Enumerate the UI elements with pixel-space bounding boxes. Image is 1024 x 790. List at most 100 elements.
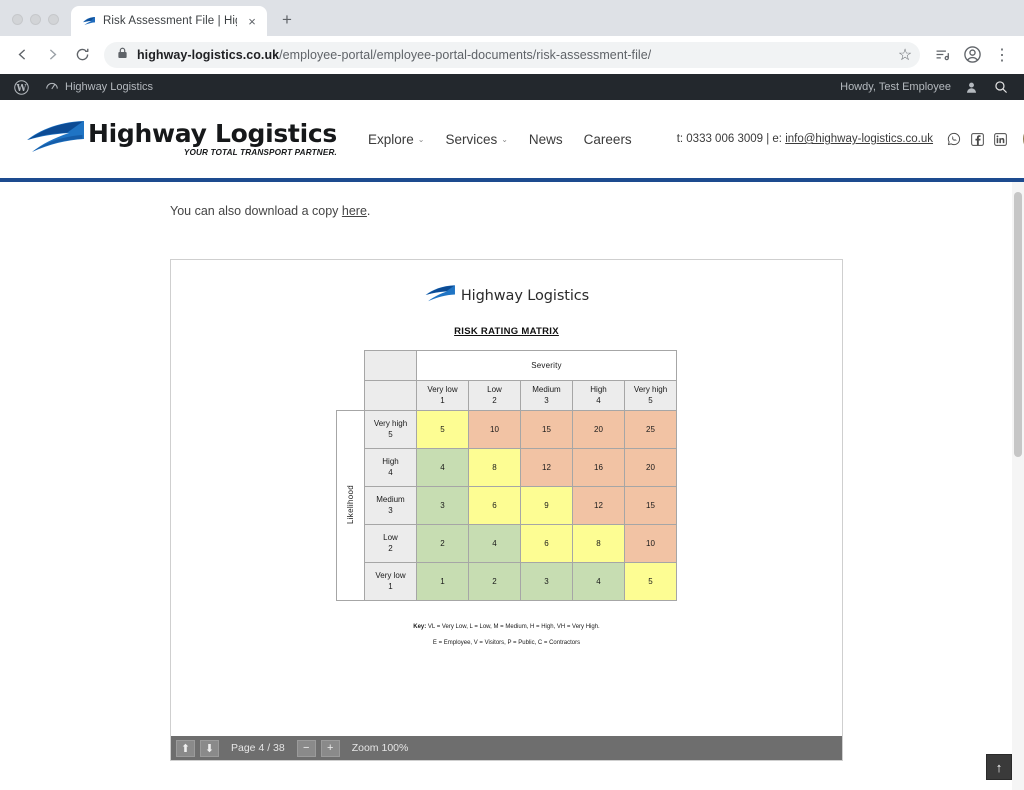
matrix-cell: 1 [417, 563, 469, 601]
matrix-cell: 12 [521, 449, 573, 487]
phone-number[interactable]: 0333 006 3009 [686, 133, 763, 145]
user-avatar-icon[interactable] [957, 74, 986, 100]
pdf-document-title: RISK RATING MATRIX [171, 326, 842, 337]
matrix-cell: 20 [625, 449, 677, 487]
contact-separator: | e: [763, 133, 785, 145]
likelihood-row-low-label: Low [383, 533, 398, 542]
email-link[interactable]: info@highway-logistics.co.uk [785, 133, 933, 145]
url-text: highway-logistics.co.uk/employee-portal/… [137, 48, 651, 62]
matrix-row-very-high: Likelihood Very high 5 5 10 15 20 25 [337, 411, 677, 449]
matrix-cell: 6 [521, 525, 573, 563]
likelihood-row-high-value: 4 [388, 468, 392, 477]
sidebar-item-site-name[interactable]: Highway Logistics [37, 74, 161, 100]
tab-strip: Risk Assessment File | Highwa × + [0, 0, 1024, 36]
previous-page-button[interactable]: ⬆ [176, 740, 195, 757]
address-bar[interactable]: highway-logistics.co.uk/employee-portal/… [104, 42, 920, 68]
url-path: /employee-portal/employee-portal-documen… [279, 48, 651, 62]
matrix-cell: 5 [417, 411, 469, 449]
likelihood-row-label-low: Low 2 [365, 525, 417, 563]
bookmark-star-icon[interactable]: ☆ [894, 44, 916, 66]
severity-axis-label: Severity [417, 351, 677, 381]
nav-item-careers[interactable]: Careers [584, 132, 632, 147]
close-icon[interactable]: × [244, 13, 260, 29]
severity-col-very-high-value: 5 [648, 396, 652, 405]
severity-col-very-low: Very low 1 [417, 381, 469, 411]
matrix-row-very-low: Very low 1 1 2 3 4 5 [337, 563, 677, 601]
pdf-viewer[interactable]: Highway Logistics RISK RATING MATRIX Sev… [170, 259, 843, 761]
nav-item-news[interactable]: News [529, 132, 563, 147]
chevron-down-icon: ⌄ [418, 135, 425, 144]
new-tab-button[interactable]: + [273, 6, 301, 34]
likelihood-row-very-low-value: 1 [388, 582, 392, 591]
severity-col-medium-label: Medium [532, 385, 560, 394]
search-icon[interactable] [986, 74, 1016, 100]
severity-col-medium-value: 3 [544, 396, 548, 405]
likelihood-row-medium-label: Medium [376, 495, 404, 504]
scroll-to-top-button[interactable]: ↑ [986, 754, 1012, 780]
matrix-cell: 4 [573, 563, 625, 601]
site-header: Highway Logistics YOUR TOTAL TRANSPORT P… [0, 100, 1024, 178]
severity-col-very-high: Very high 5 [625, 381, 677, 411]
zoom-indicator: Zoom 100% [345, 742, 416, 754]
reading-list-icon[interactable] [928, 41, 956, 69]
zoom-out-button[interactable]: − [297, 740, 316, 757]
social-links [947, 132, 1007, 146]
url-domain: highway-logistics.co.uk [137, 48, 279, 62]
window-close-button[interactable] [12, 14, 23, 25]
window-minimize-button[interactable] [30, 14, 41, 25]
reload-button[interactable] [68, 41, 96, 69]
matrix-header-blank-2 [365, 381, 417, 411]
nav-item-services[interactable]: Services ⌄ [445, 132, 507, 147]
matrix-cell: 5 [625, 563, 677, 601]
matrix-cell: 12 [573, 487, 625, 525]
phone-prefix: t: [677, 133, 687, 145]
nav-item-explore[interactable]: Explore ⌄ [368, 132, 424, 147]
pdf-logo: Highway Logistics [171, 282, 842, 310]
site-logo[interactable]: Highway Logistics YOUR TOTAL TRANSPORT P… [24, 115, 337, 164]
matrix-cell: 15 [625, 487, 677, 525]
pdf-key-legend: Key: VL = Very Low, L = Low, M = Medium,… [171, 619, 842, 651]
forward-button[interactable] [38, 41, 66, 69]
likelihood-axis-text: Likelihood [346, 485, 355, 524]
matrix-row-medium: Medium 3 3 6 9 12 15 [337, 487, 677, 525]
download-here-link[interactable]: here [342, 204, 367, 218]
severity-col-high-label: High [590, 385, 606, 394]
admin-bar-right: Howdy, Test Employee [840, 74, 1016, 100]
matrix-cell: 15 [521, 411, 573, 449]
wordpress-logo-icon[interactable]: W [6, 74, 37, 100]
browser-menu-button[interactable]: ⋮ [988, 41, 1016, 69]
severity-col-very-high-label: Very high [634, 385, 667, 394]
severity-col-low-value: 2 [492, 396, 496, 405]
admin-bar-left: W Highway Logistics [6, 74, 161, 100]
browser-tab[interactable]: Risk Assessment File | Highwa × [71, 6, 267, 36]
likelihood-row-label-very-high: Very high 5 [365, 411, 417, 449]
facebook-icon[interactable] [970, 132, 984, 146]
window-controls[interactable] [8, 14, 71, 36]
matrix-cell: 9 [521, 487, 573, 525]
matrix-row-low: Low 2 2 4 6 8 10 [337, 525, 677, 563]
back-button[interactable] [8, 41, 36, 69]
window-maximize-button[interactable] [48, 14, 59, 25]
profile-avatar-icon[interactable] [958, 41, 986, 69]
howdy-label[interactable]: Howdy, Test Employee [840, 81, 957, 93]
highway-logistics-swoosh-icon [424, 282, 456, 310]
whatsapp-icon[interactable] [947, 132, 961, 146]
header-contact: t: 0333 006 3009 | e: info@highway-logis… [677, 133, 933, 145]
next-page-button[interactable]: ⬇ [200, 740, 219, 757]
likelihood-row-low-value: 2 [388, 544, 392, 553]
likelihood-row-label-medium: Medium 3 [365, 487, 417, 525]
scrollbar-thumb[interactable] [1014, 192, 1022, 457]
download-text-before: You can also download a copy [170, 204, 342, 218]
likelihood-row-very-low-label: Very low [375, 571, 405, 580]
tab-title: Risk Assessment File | Highwa [103, 15, 237, 27]
page-scrollbar[interactable] [1012, 182, 1024, 790]
risk-rating-matrix-table: Severity Very low 1 Low 2 [336, 350, 677, 601]
matrix-cell: 16 [573, 449, 625, 487]
matrix-cell: 2 [417, 525, 469, 563]
browser-toolbar: highway-logistics.co.uk/employee-portal/… [0, 36, 1024, 74]
risk-matrix-container: Severity Very low 1 Low 2 [171, 350, 842, 601]
wordpress-admin-bar: W Highway Logistics Howdy, Test Employee [0, 74, 1024, 100]
severity-col-high-value: 4 [596, 396, 600, 405]
zoom-in-button[interactable]: + [321, 740, 340, 757]
linkedin-icon[interactable] [993, 132, 1007, 146]
